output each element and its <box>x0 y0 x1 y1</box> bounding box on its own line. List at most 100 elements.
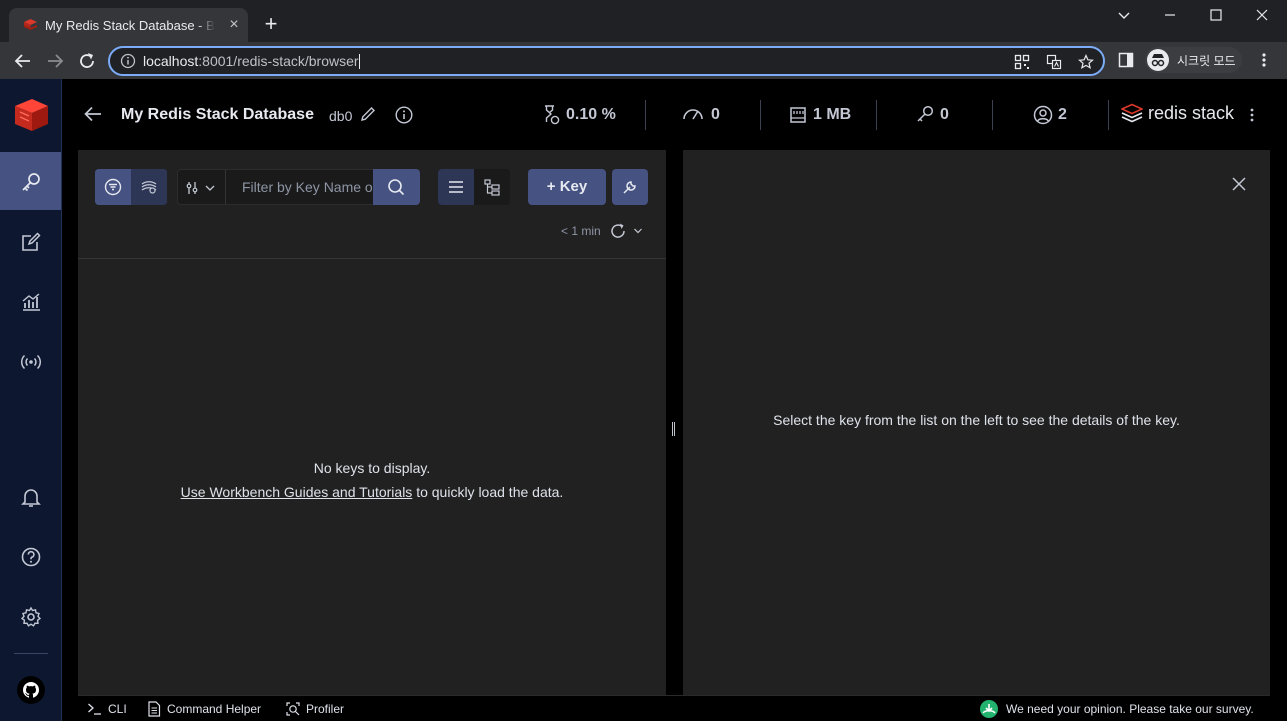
stat-divider <box>645 100 646 130</box>
memory-chip-icon <box>790 107 806 123</box>
keys-value: 0 <box>940 106 949 123</box>
sidebar <box>0 79 62 721</box>
details-placeholder: Select the key from the list on the left… <box>773 412 1180 428</box>
refresh-icon[interactable] <box>609 222 627 240</box>
gear-icon <box>20 606 42 627</box>
sidebar-item-settings[interactable] <box>0 587 61 645</box>
brand-text: redis stack <box>1148 103 1235 123</box>
pattern-search-mode-button[interactable] <box>95 169 131 205</box>
tab-search-button[interactable] <box>1101 0 1147 30</box>
side-panel-icon[interactable] <box>1118 52 1134 68</box>
sidebar-item-notifications[interactable] <box>0 467 61 525</box>
forward-icon[interactable] <box>44 50 66 72</box>
document-icon <box>148 701 161 717</box>
no-keys-title: No keys to display. <box>313 460 431 476</box>
analytics-chart-icon <box>22 293 40 311</box>
search-mode-switch <box>95 169 167 205</box>
no-keys-message: No keys to display. Use Workbench Guides… <box>78 456 666 504</box>
broadcast-icon <box>20 354 42 370</box>
tree-view-button[interactable] <box>474 169 510 205</box>
cpu-value: 0.10 % <box>566 106 616 123</box>
address-bar[interactable]: localhost:8001/redis-stack/browser <box>108 46 1105 76</box>
sidebar-item-github[interactable] <box>17 676 45 704</box>
sidebar-item-browser[interactable] <box>0 152 61 210</box>
cpu-stat: 0.10 % <box>542 99 632 131</box>
sidebar-item-help[interactable] <box>0 527 61 585</box>
clients-value: 2 <box>1058 106 1067 123</box>
survey-icon <box>980 700 998 718</box>
profiler-button[interactable]: Profiler <box>285 701 349 717</box>
key-details-panel: Select the key from the list on the left… <box>683 150 1270 695</box>
search-icon <box>388 179 405 196</box>
wrench-icon <box>623 181 636 194</box>
key-filter-input[interactable] <box>227 170 373 204</box>
list-view-button[interactable] <box>438 169 474 205</box>
key-type-filter-dropdown[interactable] <box>178 170 226 204</box>
tab-close-icon[interactable]: × <box>226 17 242 33</box>
bulk-actions-button[interactable] <box>612 169 648 205</box>
minimize-icon <box>1165 14 1175 16</box>
redis-insight-app: My Redis Stack Database db0 0.10 % 0 1 M… <box>0 79 1287 721</box>
reload-icon[interactable] <box>76 50 98 72</box>
maximize-icon <box>1210 9 1222 21</box>
help-icon <box>21 547 41 567</box>
site-info-icon[interactable] <box>120 53 136 69</box>
bookmark-star-icon[interactable] <box>1078 54 1094 70</box>
qr-code-icon[interactable] <box>1014 54 1030 70</box>
redis-stack-brand: redis stack <box>1120 103 1234 128</box>
key-filter-box <box>177 169 420 205</box>
stat-divider <box>992 100 993 130</box>
database-index: db0 <box>329 108 353 124</box>
panel-resize-handle[interactable] <box>672 422 676 436</box>
back-arrow-icon[interactable] <box>84 106 102 122</box>
database-name: My Redis Stack Database <box>121 106 314 123</box>
key-list-panel: + Key < 1 min No keys to display. Use Wo… <box>78 150 666 695</box>
url-text[interactable]: localhost:8001/redis-stack/browser <box>143 53 360 69</box>
auto-refresh-chevron-icon[interactable] <box>633 227 643 235</box>
browser-menu-icon[interactable] <box>1259 52 1269 68</box>
stat-divider <box>760 100 761 130</box>
key-list-toolbar: + Key < 1 min <box>78 150 666 259</box>
close-details-icon[interactable] <box>1232 177 1246 191</box>
search-button[interactable] <box>373 169 420 205</box>
sidebar-item-pubsub[interactable] <box>0 332 61 390</box>
sidebar-divider <box>14 653 48 654</box>
maximize-button[interactable] <box>1193 0 1239 30</box>
redisearch-icon <box>141 181 157 194</box>
close-window-button[interactable] <box>1239 0 1285 30</box>
view-switch <box>438 169 510 205</box>
minimize-button[interactable] <box>1147 0 1193 30</box>
memory-stat: 1 MB <box>789 99 869 131</box>
command-helper-button[interactable]: Command Helper <box>147 701 269 717</box>
new-tab-button[interactable]: + <box>261 13 281 35</box>
profiler-label: Profiler <box>306 702 345 716</box>
cli-button[interactable]: CLI <box>87 701 129 717</box>
keys-stat: 0 <box>916 99 976 131</box>
cpu-timer-icon <box>545 105 560 125</box>
redisearch-mode-button[interactable] <box>131 169 167 205</box>
memory-value: 1 MB <box>813 106 852 123</box>
add-key-button[interactable]: + Key <box>528 169 606 205</box>
stat-divider <box>1108 100 1109 130</box>
info-icon[interactable] <box>395 106 413 124</box>
last-refresh-time: < 1 min <box>561 224 601 238</box>
sidebar-item-analysis[interactable] <box>0 272 61 330</box>
terminal-icon <box>88 703 101 715</box>
bell-icon <box>21 489 41 507</box>
browser-tab[interactable]: My Redis Stack Database - Browser × <box>9 8 248 42</box>
sidebar-item-workbench[interactable] <box>0 212 61 270</box>
redis-logo-icon[interactable] <box>12 96 50 134</box>
back-icon[interactable] <box>12 50 34 72</box>
stat-divider <box>876 100 877 130</box>
survey-text: We need your opinion. Please take our su… <box>1006 702 1254 716</box>
more-options-icon[interactable] <box>1248 107 1256 123</box>
type-filter-chevron-icon <box>186 182 215 194</box>
incognito-profile-button[interactable]: 시크릿 모드 <box>1145 47 1242 73</box>
key-icon <box>22 173 40 192</box>
workbench-guides-link[interactable]: Use Workbench Guides and Tutorials <box>181 484 413 500</box>
tree-view-icon <box>484 179 500 196</box>
translate-icon[interactable] <box>1046 54 1062 70</box>
filter-circle-icon <box>104 178 122 196</box>
edit-index-pencil-icon[interactable] <box>360 106 376 122</box>
key-count-icon <box>917 105 934 122</box>
